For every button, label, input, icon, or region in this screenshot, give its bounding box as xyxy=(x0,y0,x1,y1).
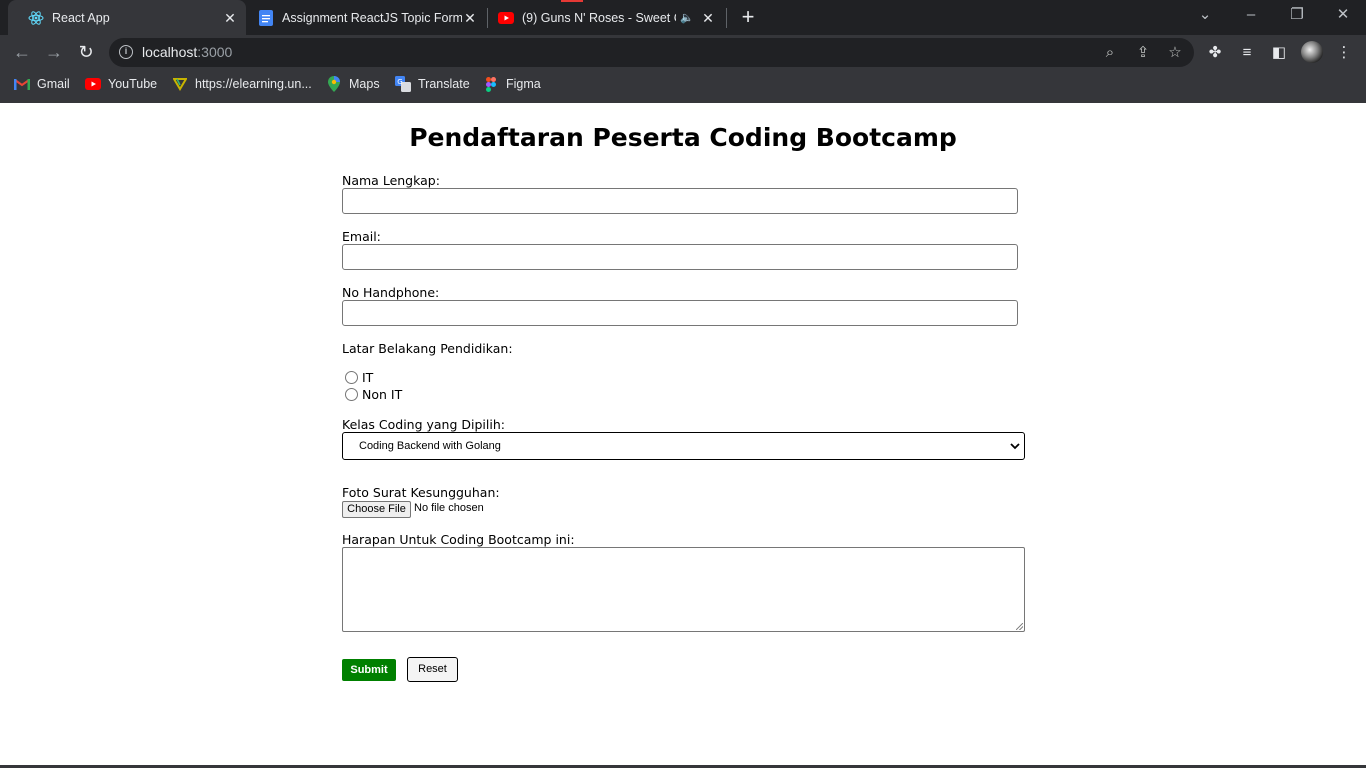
reset-button[interactable]: Reset xyxy=(407,657,458,682)
radio-button[interactable] xyxy=(345,388,358,401)
email-input[interactable] xyxy=(342,244,1018,270)
back-arrow-icon[interactable]: ← xyxy=(10,40,34,64)
harapan-textarea[interactable] xyxy=(342,547,1025,632)
bookmark-label: YouTube xyxy=(108,77,158,91)
radio-non-it[interactable]: Non IT xyxy=(345,387,402,402)
restore-button[interactable]: ❐ xyxy=(1274,0,1320,30)
speaker-icon[interactable]: 🔈 xyxy=(680,11,694,24)
bookmark-youtube[interactable]: YouTube xyxy=(85,76,157,92)
chevron-down-icon xyxy=(1010,433,1020,469)
maps-icon xyxy=(326,76,342,92)
email-label: Email: xyxy=(342,229,381,244)
bookmark-figma[interactable]: Figma xyxy=(483,76,541,92)
youtube-icon xyxy=(85,76,101,92)
tab-title: (9) Guns N' Roses - Sweet Ch xyxy=(522,10,677,25)
radio-button[interactable] xyxy=(345,371,358,384)
bookmark-label: Maps xyxy=(349,77,380,91)
bookmark-label: Gmail xyxy=(37,77,70,91)
close-icon[interactable]: ✕ xyxy=(462,10,478,26)
bookmark-maps[interactable]: Maps xyxy=(326,76,380,92)
elearning-icon xyxy=(172,76,188,92)
kelas-selected-value: Coding Backend with Golang xyxy=(359,440,501,452)
bookmark-translate[interactable]: G Translate xyxy=(395,76,470,92)
bookmark-star-icon[interactable]: ☆ xyxy=(1166,44,1184,62)
gmail-icon xyxy=(14,76,30,92)
tab-strip: React App ✕ Assignment ReactJS Topic For… xyxy=(0,0,1366,35)
foto-label: Foto Surat Kesungguhan: xyxy=(342,485,500,500)
nama-label: Nama Lengkap: xyxy=(342,173,440,188)
media-queue-icon[interactable]: ≡ xyxy=(1238,44,1256,62)
phone-input[interactable] xyxy=(342,300,1018,326)
extensions-puzzle-icon[interactable]: ✤ xyxy=(1206,44,1224,62)
side-panel-icon[interactable]: ◧ xyxy=(1270,44,1288,62)
nama-input[interactable] xyxy=(342,188,1018,214)
youtube-icon xyxy=(498,10,514,26)
tab-title: React App xyxy=(52,10,110,25)
bookmark-label: https://elearning.un... xyxy=(195,77,312,91)
tab-react-app[interactable]: React App ✕ xyxy=(8,0,246,35)
bookmark-elearning[interactable]: https://elearning.un... xyxy=(172,76,312,92)
page-content: Pendaftaran Peserta Coding Bootcamp Nama… xyxy=(0,103,1366,765)
tab-youtube-video[interactable]: (9) Guns N' Roses - Sweet Ch 🔈 ✕ xyxy=(488,0,724,35)
choose-file-button[interactable]: Choose File xyxy=(342,501,411,518)
page-title: Pendaftaran Peserta Coding Bootcamp xyxy=(409,123,957,152)
close-icon[interactable]: ✕ xyxy=(700,10,716,26)
forward-arrow-icon[interactable]: → xyxy=(42,40,66,64)
svg-text:G: G xyxy=(397,78,402,86)
radio-label: IT xyxy=(362,370,374,385)
translate-icon: G xyxy=(395,76,411,92)
radio-label: Non IT xyxy=(362,387,403,402)
harapan-label: Harapan Untuk Coding Bootcamp ini: xyxy=(342,532,575,547)
minimize-button[interactable]: – xyxy=(1228,0,1274,30)
radio-it[interactable]: IT xyxy=(345,370,373,385)
submit-button[interactable]: Submit xyxy=(342,659,396,681)
info-icon[interactable]: i xyxy=(119,45,133,59)
close-icon[interactable]: ✕ xyxy=(222,10,238,26)
address-bar[interactable]: i localhost:3000 ⌕ ⇪ ☆ xyxy=(109,38,1194,67)
menu-kebab-icon[interactable]: ⋮ xyxy=(1335,44,1353,62)
phone-label: No Handphone: xyxy=(342,285,440,300)
close-window-button[interactable]: ✕ xyxy=(1320,0,1366,30)
tab-assignment-doc[interactable]: Assignment ReactJS Topic Form - ✕ xyxy=(246,0,486,35)
browser-toolbar: ← → ↻ i localhost:3000 ⌕ ⇪ ☆ ✤ ≡ ◧ ⋮ xyxy=(0,35,1366,69)
kelas-label: Kelas Coding yang Dipilih: xyxy=(342,417,505,432)
kelas-select[interactable]: Coding Backend with Golang xyxy=(342,432,1025,460)
figma-icon xyxy=(483,76,499,92)
pendidikan-label: Latar Belakang Pendidikan: xyxy=(342,341,513,356)
bookmark-label: Translate xyxy=(418,77,470,91)
tab-title: Assignment ReactJS Topic Form - xyxy=(282,10,462,25)
zoom-icon[interactable]: ⌕ xyxy=(1101,44,1119,62)
browser-chrome: React App ✕ Assignment ReactJS Topic For… xyxy=(0,0,1366,103)
url-text[interactable]: localhost:3000 xyxy=(142,44,232,60)
resize-grip-icon[interactable] xyxy=(1016,623,1023,630)
tab-divider xyxy=(726,8,727,28)
bookmarks-bar: Gmail YouTube https://elearning.un... Ma… xyxy=(0,72,1366,96)
bookmark-label: Figma xyxy=(506,77,541,91)
file-status: No file chosen xyxy=(414,502,484,514)
bookmark-gmail[interactable]: Gmail xyxy=(14,76,70,92)
reload-icon[interactable]: ↻ xyxy=(74,40,98,64)
google-docs-icon xyxy=(258,9,274,26)
react-icon xyxy=(28,10,44,26)
tab-search-chevron-icon[interactable]: ⌄ xyxy=(1182,0,1228,30)
profile-avatar[interactable] xyxy=(1301,41,1323,63)
share-icon[interactable]: ⇪ xyxy=(1134,44,1152,62)
new-tab-button[interactable]: + xyxy=(737,6,759,29)
